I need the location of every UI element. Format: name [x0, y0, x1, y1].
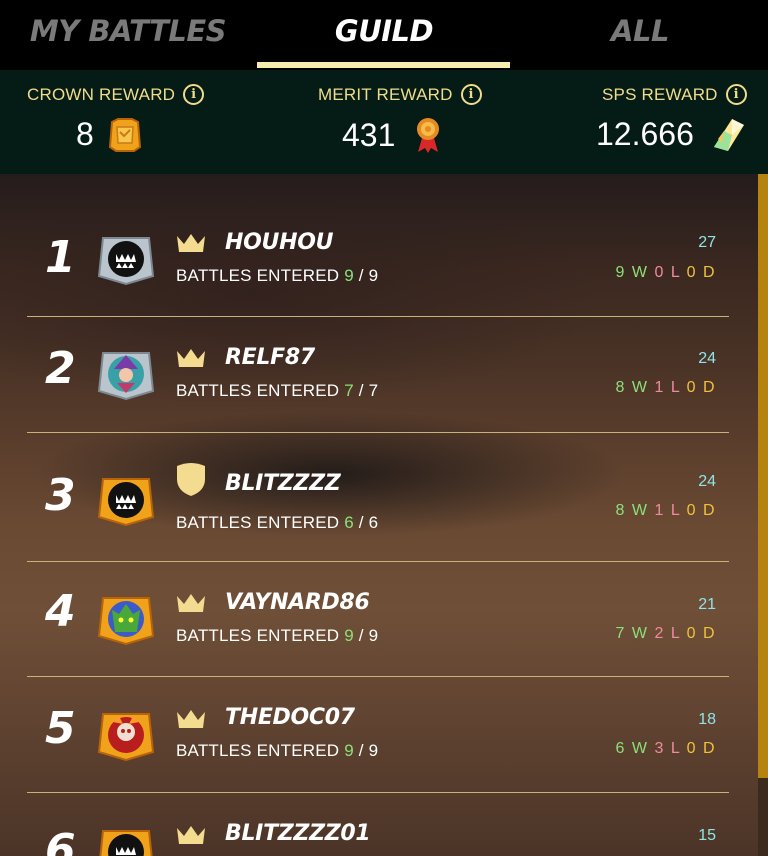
avatar [97, 478, 155, 527]
scrollbar-thumb[interactable] [758, 174, 768, 778]
crown-icon [177, 594, 205, 612]
avatar [99, 830, 153, 856]
list-item[interactable]: 3 BLITZZZZ BATTLES ENTERED 6 / 6 24 8 W … [27, 433, 729, 562]
battles-entered: BATTLES ENTERED 9 / 9 [176, 626, 379, 645]
score: 24 [698, 350, 716, 367]
player-name[interactable]: HOUHOU [225, 230, 333, 255]
sps-crystal-icon [713, 118, 744, 151]
avatar [97, 713, 155, 762]
score: 18 [698, 711, 716, 728]
list-item[interactable]: 5 THEDOC07 BATTLES ENTERED 9 / 9 18 6 W … [27, 677, 729, 793]
rewards-panel: CROWN REWARD i 8 MERIT REWARD i 431 SPS … [0, 70, 768, 174]
merit-reward-value: 431 [342, 116, 396, 153]
score: 15 [698, 827, 716, 844]
crown-reward-value: 8 [76, 116, 94, 152]
crown-reward: CROWN REWARD i 8 [0, 70, 256, 174]
win-loss-draw: 8 W 1 L 0 D [615, 379, 716, 396]
win-loss-draw: 9 W 0 L 0 D [615, 264, 716, 281]
crown-icon [177, 349, 205, 367]
merit-medal-icon [417, 118, 440, 153]
crown-token-icon [108, 117, 141, 152]
win-loss-draw: 8 W 1 L 0 D [615, 502, 716, 519]
rank-number: 1 [45, 232, 76, 283]
battles-entered: BATTLES ENTERED 9 / 9 [176, 266, 379, 285]
list-item[interactable]: 6 BLITZZZZ01 15 [27, 793, 729, 856]
crown-icon [177, 826, 205, 844]
info-icon[interactable]: i [460, 84, 482, 105]
rank-number: 3 [45, 470, 76, 521]
score: 27 [698, 234, 716, 251]
win-loss-draw: 6 W 3 L 0 D [615, 740, 716, 757]
win-loss-draw: 7 W 2 L 0 D [615, 625, 716, 642]
player-name[interactable]: RELF87 [225, 345, 315, 370]
merit-reward: MERIT REWARD i 431 [256, 70, 512, 174]
avatar [97, 352, 155, 401]
crown-reward-label: CROWN REWARD [27, 84, 176, 104]
tab-my-battles[interactable]: MY BATTLES [0, 0, 256, 70]
rank-number: 6 [45, 825, 76, 856]
crown-icon [177, 710, 205, 728]
score: 21 [698, 596, 716, 613]
leaderboard-list[interactable]: 1 HOUHOU BATTLES ENTERED 9 / 9 27 9 W 0 … [0, 174, 768, 856]
battles-entered: BATTLES ENTERED 9 / 9 [176, 741, 379, 760]
tab-all[interactable]: ALL [512, 0, 768, 70]
shield-icon [177, 463, 205, 496]
info-icon[interactable]: i [183, 84, 205, 105]
tab-guild[interactable]: GUILD [256, 0, 512, 70]
player-name[interactable]: BLITZZZZ01 [225, 821, 371, 846]
rank-number: 2 [45, 343, 76, 394]
battles-entered: BATTLES ENTERED 7 / 7 [176, 381, 379, 400]
score: 24 [698, 473, 716, 490]
player-name[interactable]: VAYNARD86 [225, 590, 370, 615]
sps-reward: SPS REWARD i 12.666 [512, 70, 768, 174]
scrollbar-track[interactable] [758, 778, 768, 856]
rank-number: 4 [45, 586, 76, 637]
crown-icon [177, 234, 205, 252]
avatar [97, 237, 155, 286]
info-icon[interactable]: i [725, 84, 747, 105]
sps-reward-value: 12.666 [596, 116, 694, 152]
list-item[interactable]: 2 RELF87 BATTLES ENTERED 7 / 7 24 8 W 1 … [27, 317, 729, 433]
battles-entered: BATTLES ENTERED 6 / 6 [176, 513, 379, 532]
list-item[interactable]: 1 HOUHOU BATTLES ENTERED 9 / 9 27 9 W 0 … [27, 174, 729, 317]
list-item[interactable]: 4 VAYNARD86 BATTLES ENTERED 9 / 9 21 7 W… [27, 562, 729, 677]
player-name[interactable]: BLITZZZZ [225, 471, 341, 496]
merit-reward-label: MERIT REWARD [318, 84, 453, 104]
avatar [97, 597, 155, 646]
player-name[interactable]: THEDOC07 [225, 705, 355, 730]
rank-number: 5 [45, 703, 76, 754]
tab-bar: MY BATTLES GUILD ALL [0, 0, 768, 70]
sps-reward-label: SPS REWARD [602, 84, 718, 104]
